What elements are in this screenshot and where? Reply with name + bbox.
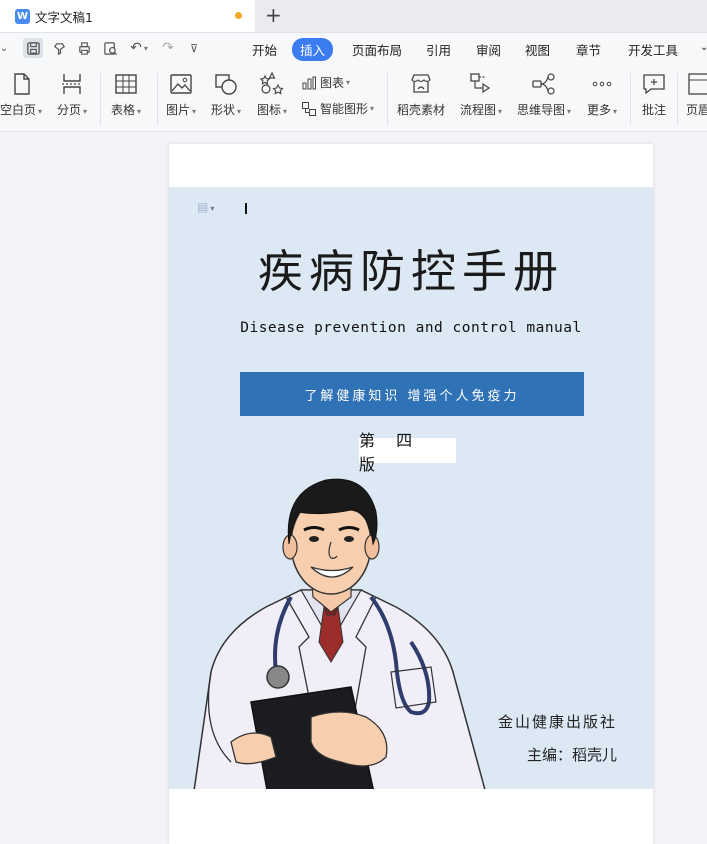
comment-label: 批注: [641, 103, 666, 117]
chevron-down-icon[interactable]: ⌄: [0, 38, 14, 58]
ribbon-separator: [630, 73, 631, 125]
chart-label: 图表: [320, 76, 345, 90]
ribbon-separator: [387, 73, 388, 125]
ribbon-separator: [677, 73, 678, 125]
picture-label: 图片: [166, 103, 191, 117]
chart-button[interactable]: 图表 ▾: [301, 74, 350, 91]
shape-button[interactable]: 形状 ▾: [211, 71, 241, 118]
customize-toolbar-icon[interactable]: ⊽: [184, 38, 204, 58]
text-cursor: [245, 203, 247, 214]
tab-bar: W 文字文稿1 +: [0, 0, 707, 33]
smart-art-button[interactable]: 智能图形 ▾: [301, 100, 374, 117]
print-preview-icon[interactable]: [100, 38, 120, 58]
blank-page-label: 空白页: [0, 103, 37, 117]
menu-bar: ⌄ ↶ ▾ ↷ ⊽ 开始 插入 页面布局 引用 审阅 视图 章节 开发工具 ⌄: [0, 33, 707, 65]
doctor-illustration[interactable]: [191, 472, 491, 789]
new-tab-icon[interactable]: +: [265, 5, 282, 25]
menu-view[interactable]: 视图: [525, 40, 550, 59]
unsaved-dot-icon: [235, 12, 242, 19]
picture-icon: [170, 74, 192, 94]
material-store-icon: [411, 74, 431, 93]
ribbon-separator: [100, 73, 101, 125]
tab-title: 文字文稿1: [35, 9, 93, 25]
flowchart-button[interactable]: 流程图 ▾: [460, 71, 502, 118]
icons-icon: [259, 71, 284, 95]
header-icon: [688, 73, 707, 95]
flowchart-label: 流程图: [460, 103, 497, 117]
more-button[interactable]: 更多 ▾: [587, 71, 617, 118]
picture-button[interactable]: 图片 ▾: [166, 71, 196, 118]
page-break-label: 分页: [57, 103, 82, 117]
shape-icon: [215, 74, 237, 95]
paragraph-menu-icon[interactable]: ▤ ▾: [197, 200, 214, 214]
flowchart-icon: [470, 73, 491, 94]
menu-references[interactable]: 引用: [426, 40, 451, 59]
document-tab[interactable]: W 文字文稿1: [0, 0, 255, 32]
table-button[interactable]: 表格 ▾: [111, 71, 141, 118]
table-label: 表格: [111, 103, 136, 117]
editor-label[interactable]: 主编：稻壳儿: [527, 744, 617, 765]
cover-subtitle[interactable]: Disease prevention and control manual: [169, 320, 653, 336]
header-label: 页眉: [686, 103, 707, 117]
mindmap-button[interactable]: 思维导图 ▾: [517, 71, 571, 118]
page-break-icon: [62, 74, 83, 94]
chart-icon: [302, 76, 316, 89]
publisher-label[interactable]: 金山健康出版社: [498, 711, 617, 732]
cover-page[interactable]: ▤ ▾ 疾病防控手册 Disease prevention and control…: [169, 187, 653, 789]
table-icon: [115, 74, 137, 94]
comment-icon: [643, 74, 665, 95]
smart-art-icon: [302, 101, 316, 116]
more-menu-icon[interactable]: ⌄: [700, 42, 707, 53]
edition-label[interactable]: 第 四 版: [359, 431, 456, 474]
icon-label: 图标: [257, 103, 282, 117]
undo-icon[interactable]: ↶ ▾: [126, 38, 152, 58]
docer-material-label: 稻壳素材: [397, 103, 446, 117]
ribbon-separator: [157, 73, 158, 125]
format-painter-icon[interactable]: [49, 38, 69, 58]
menu-developer-tools[interactable]: 开发工具: [628, 40, 678, 59]
menu-start[interactable]: 开始: [252, 40, 277, 59]
blank-page-button[interactable]: 空白页 ▾: [0, 71, 42, 118]
print-icon[interactable]: [74, 38, 94, 58]
menu-page-layout[interactable]: 页面布局: [352, 40, 402, 59]
comment-button[interactable]: 批注: [641, 71, 667, 118]
menu-insert[interactable]: 插入: [292, 38, 334, 61]
header-button[interactable]: 页眉: [686, 71, 707, 118]
redo-icon[interactable]: ↷: [158, 38, 178, 58]
smart-art-label: 智能图形: [320, 102, 369, 116]
shape-label: 形状: [211, 103, 236, 117]
page-break-button[interactable]: 分页 ▾: [57, 71, 87, 118]
docer-material-button[interactable]: 稻壳素材: [397, 71, 445, 118]
cover-title[interactable]: 疾病防控手册: [169, 235, 653, 300]
mindmap-label: 思维导图: [517, 103, 566, 117]
menu-review[interactable]: 审阅: [476, 40, 501, 59]
save-icon[interactable]: [23, 38, 43, 58]
ribbon-insert: 空白页 ▾ 分页 ▾ 表格 ▾ 图片 ▾ 形状 ▾ 图标 ▾ 图表 ▾ 智能图形 ▾ 稻壳素材 …: [0, 65, 707, 132]
blank-page-icon: [14, 73, 30, 95]
menu-chapter[interactable]: 章节: [576, 40, 601, 59]
mindmap-icon: [532, 73, 555, 95]
more-label: 更多: [587, 103, 612, 117]
cover-banner[interactable]: 了解健康知识 增强个人免疫力: [240, 372, 584, 416]
wps-writer-icon: W: [15, 8, 30, 24]
icon-button[interactable]: 图标 ▾: [257, 71, 287, 118]
more-icon: [592, 81, 612, 87]
